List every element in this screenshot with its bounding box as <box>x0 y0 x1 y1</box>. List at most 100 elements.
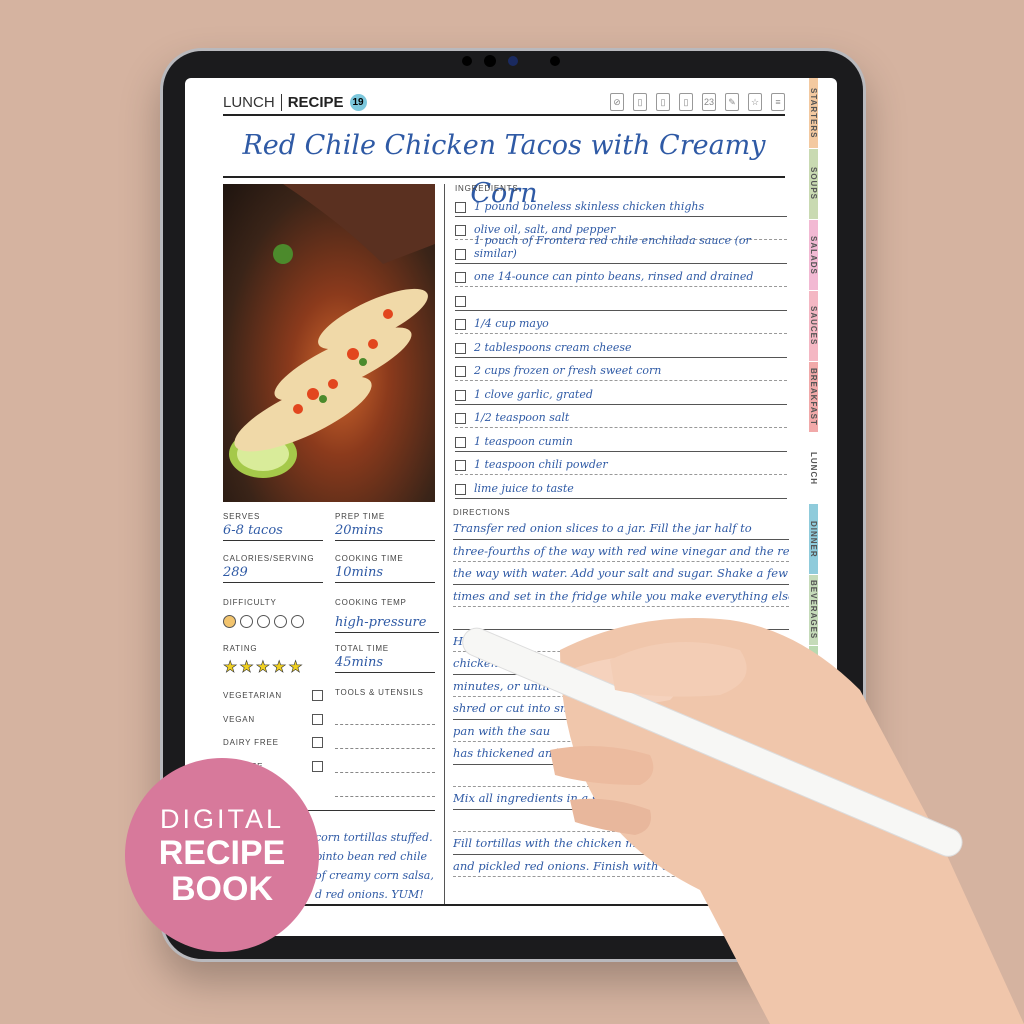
ingredient-row: 1 clove garlic, grated <box>455 381 787 405</box>
cooking-temp-value[interactable]: high-pressure <box>335 615 439 633</box>
fridge-icon[interactable]: ▯ <box>633 93 647 111</box>
diet-checkbox[interactable] <box>312 760 323 772</box>
diet-label: VEGETARIAN <box>223 691 282 701</box>
ingredient-row: lime juice to taste <box>455 475 787 499</box>
ingredient-text[interactable]: 2 tablespoons cream cheese <box>474 341 632 354</box>
ingredient-text[interactable]: 2 cups frozen or fresh sweet corn <box>474 364 661 377</box>
ingredient-checkbox[interactable] <box>455 225 466 236</box>
camera-lens <box>508 56 518 66</box>
badge-line-3: BOOK <box>171 870 273 908</box>
diet-row: DAIRY FREE <box>223 731 323 755</box>
ingredient-checkbox[interactable] <box>455 413 466 424</box>
calories-value[interactable]: 289 <box>223 565 323 583</box>
freezer-icon[interactable]: ▯ <box>656 93 670 111</box>
difficulty-circle[interactable] <box>257 615 270 628</box>
ingredient-row: 1 pouch of Frontera red chile enchilada … <box>455 234 787 264</box>
ingredient-checkbox[interactable] <box>455 389 466 401</box>
star-icon[interactable]: ★ <box>255 657 270 677</box>
digital-recipe-book-badge: DIGITAL RECIPE BOOK <box>125 758 319 952</box>
tab-dinner[interactable]: DINNER <box>809 504 818 575</box>
difficulty-circles[interactable] <box>223 615 323 628</box>
diet-checkbox[interactable] <box>312 713 323 725</box>
badge-line-1: DIGITAL <box>159 804 285 834</box>
tab-salads[interactable]: SALADS <box>809 220 818 291</box>
no-utensils-icon[interactable]: ⊘ <box>610 93 624 111</box>
ingredient-row: 1 teaspoon chili powder <box>455 452 787 475</box>
cooking-time-value[interactable]: 10mins <box>335 565 435 583</box>
total-time-value[interactable]: 45mins <box>335 655 435 673</box>
ingredient-checkbox[interactable] <box>455 295 466 307</box>
cooking-time-label: COOKING TIME <box>335 554 404 563</box>
tab-soups[interactable]: SOUPS <box>809 149 818 220</box>
diet-row: VEGETARIAN <box>223 684 323 708</box>
ingredient-row: 1/4 cup mayo <box>455 311 787 334</box>
ingredient-row: 2 cups frozen or fresh sweet corn <box>455 358 787 381</box>
star-icon[interactable]: ★ <box>239 657 254 677</box>
ingredient-checkbox[interactable] <box>455 460 466 471</box>
ingredient-row <box>455 287 787 311</box>
jar-icon[interactable]: ▯ <box>679 93 693 111</box>
ingredient-checkbox[interactable] <box>455 201 466 213</box>
tools-label: TOOLS & UTENSILS <box>335 688 424 697</box>
direction-line[interactable]: the way with water. Add your salt and su… <box>453 562 789 585</box>
cooking-temp-label: COOKING TEMP <box>335 598 407 607</box>
page-header: LUNCH RECIPE 19 ⊘ ▯ ▯ ▯ 23 ✎ ☆ ≡ <box>223 90 785 116</box>
ingredient-checkbox[interactable] <box>455 436 466 448</box>
ingredient-text[interactable]: one 14-ounce can pinto beans, rinsed and… <box>474 270 753 283</box>
tab-lunch[interactable]: LUNCH <box>809 433 818 504</box>
ingredient-checkbox[interactable] <box>455 248 466 260</box>
ingredient-checkbox[interactable] <box>455 319 466 330</box>
difficulty-circle[interactable] <box>291 615 304 628</box>
notes-line[interactable]: pinto bean red chile <box>315 847 435 866</box>
ingredient-text[interactable]: 1/4 cup mayo <box>474 317 549 330</box>
category-label: LUNCH <box>223 93 282 111</box>
difficulty-label: DIFFICULTY <box>223 598 277 607</box>
sensor <box>550 56 560 66</box>
ingredient-checkbox[interactable] <box>455 366 466 377</box>
rating-stars[interactable]: ★ ★ ★ ★ ★ <box>223 657 323 677</box>
recipe-label: RECIPE <box>287 93 344 111</box>
direction-line[interactable]: three-fourths of the way with red wine v… <box>453 540 789 562</box>
serves-label: SERVES <box>223 512 261 521</box>
hand-with-stylus <box>462 618 1024 1024</box>
ingredient-text[interactable]: 1 teaspoon chili powder <box>474 458 608 471</box>
tab-breakfast[interactable]: BREAKFAST <box>809 362 818 433</box>
ingredients-label: INGREDIENTS <box>455 184 519 193</box>
difficulty-circle[interactable] <box>223 615 236 628</box>
ingredient-checkbox[interactable] <box>455 272 466 283</box>
notes-line[interactable]: d red onions. YUM! <box>315 885 435 904</box>
notepad-icon[interactable]: ✎ <box>725 93 739 111</box>
ingredient-checkbox[interactable] <box>455 342 466 354</box>
star-icon[interactable]: ★ <box>272 657 287 677</box>
sensor <box>462 56 472 66</box>
ingredient-text[interactable]: lime juice to taste <box>474 482 574 495</box>
diet-checkbox[interactable] <box>312 690 323 702</box>
rating-label: RATING <box>223 644 258 653</box>
star-icon[interactable]: ★ <box>288 657 303 677</box>
ingredient-checkbox[interactable] <box>455 483 466 495</box>
ingredient-text[interactable]: 1 pouch of Frontera red chile enchilada … <box>474 234 787 260</box>
direction-line[interactable]: Transfer red onion slices to a jar. Fill… <box>453 517 789 540</box>
notes-line[interactable]: corn tortillas stuffed. <box>315 828 435 847</box>
camera <box>484 55 496 67</box>
recipe-title: Red Chile Chicken Tacos with Creamy Corn <box>223 122 785 209</box>
difficulty-circle[interactable] <box>274 615 287 628</box>
tab-sauces[interactable]: SAUCES <box>809 291 818 362</box>
ingredient-text[interactable]: 1/2 teaspoon salt <box>474 411 569 424</box>
ingredient-row: 1/2 teaspoon salt <box>455 405 787 428</box>
ingredient-text[interactable]: 1 clove garlic, grated <box>474 388 593 401</box>
calendar-icon[interactable]: 23 <box>702 93 716 111</box>
list-icon[interactable]: ≡ <box>771 93 785 111</box>
directions-label: DIRECTIONS <box>453 508 511 517</box>
serves-value[interactable]: 6-8 tacos <box>223 523 323 541</box>
recipe-number-badge: 19 <box>349 93 367 111</box>
star-icon[interactable]: ☆ <box>748 93 762 111</box>
star-icon[interactable]: ★ <box>223 657 238 677</box>
diet-checkbox[interactable] <box>312 737 323 749</box>
tab-starters[interactable]: STARTERS <box>809 78 818 149</box>
ingredient-text[interactable]: 1 pound boneless skinless chicken thighs <box>474 200 704 213</box>
notes-line[interactable]: of creamy corn salsa, <box>315 866 435 885</box>
prep-time-value[interactable]: 20mins <box>335 523 435 541</box>
ingredient-text[interactable]: 1 teaspoon cumin <box>474 435 573 448</box>
difficulty-circle[interactable] <box>240 615 253 628</box>
